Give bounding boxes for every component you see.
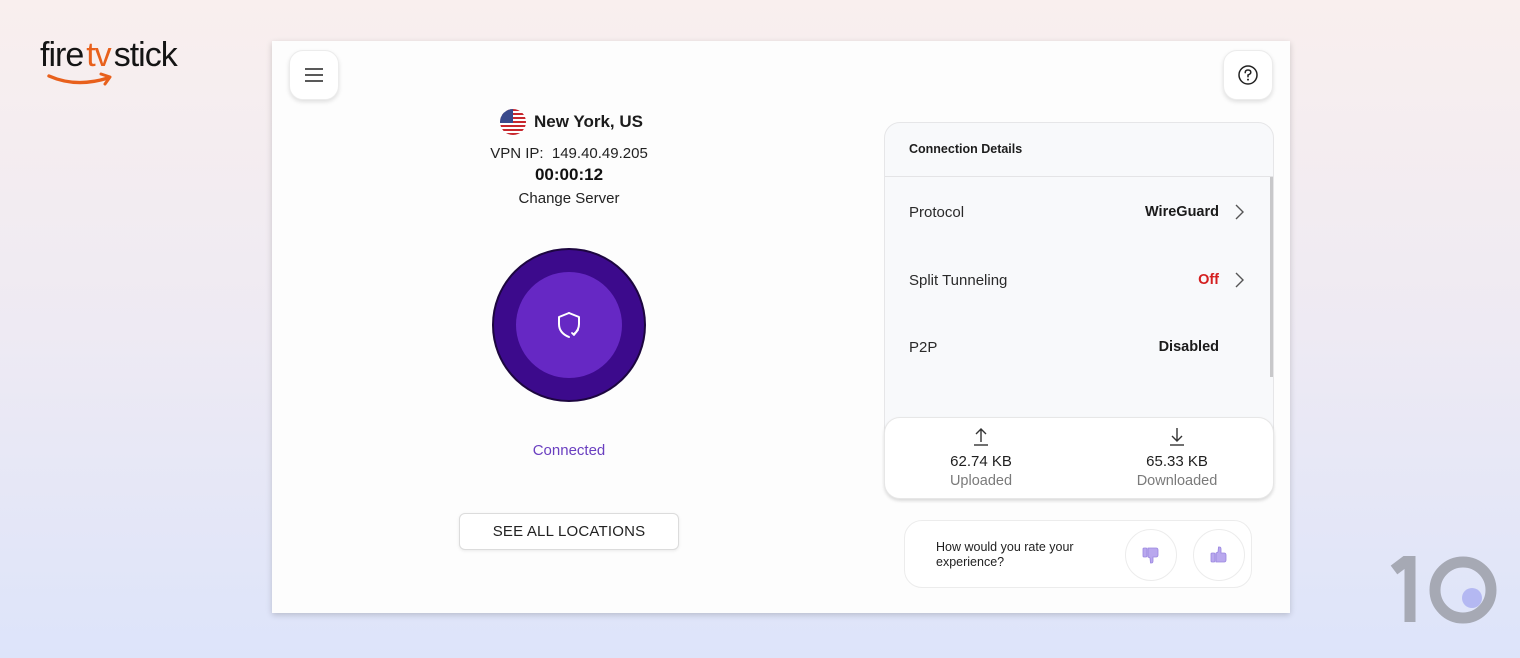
detail-row-protocol[interactable]: Protocol WireGuard: [909, 200, 1247, 224]
downloaded-value: 65.33 KB: [1146, 453, 1208, 470]
chevron-right-icon: [1231, 272, 1247, 288]
row-label: Split Tunneling: [909, 271, 1008, 289]
location-name: New York, US: [534, 112, 643, 131]
detail-row-p2p: P2P Disabled: [909, 335, 1247, 359]
page-background: firetvstick New York, US VPN IP: 149.40.…: [0, 0, 1520, 658]
watermark-10-logo: [1390, 556, 1497, 624]
thumbs-down-icon: [1142, 547, 1159, 564]
connect-toggle-button[interactable]: [492, 248, 646, 402]
see-all-locations-button[interactable]: SEE ALL LOCATIONS: [459, 513, 679, 550]
uploaded-stat: 62.74 KB Uploaded: [901, 426, 1061, 489]
divider: [885, 176, 1273, 177]
detail-row-split-tunneling[interactable]: Split Tunneling Off: [909, 268, 1247, 292]
thumbs-up-button[interactable]: [1193, 529, 1245, 581]
logo-fire: fire: [40, 36, 84, 74]
details-scrollbar[interactable]: [1270, 177, 1273, 377]
uploaded-label: Uploaded: [949, 473, 1013, 489]
downloaded-label: Downloaded: [1136, 473, 1218, 489]
chevron-right-icon: [1231, 204, 1247, 220]
connection-status: Connected: [532, 442, 606, 459]
firetv-stick-logo: firetvstick: [40, 36, 178, 74]
menu-button[interactable]: [289, 50, 339, 100]
upload-arrow-icon: [974, 428, 988, 446]
connection-timer: 00:00:12: [534, 165, 604, 184]
shield-check-icon: [558, 312, 580, 338]
row-label: Protocol: [909, 203, 965, 221]
rating-card: How would you rate your experience?: [904, 520, 1252, 588]
thumbs-down-button[interactable]: [1125, 529, 1177, 581]
help-circle-icon: [1238, 65, 1258, 85]
server-location: New York, US: [500, 109, 643, 135]
connection-details-title: Connection Details: [909, 142, 1023, 156]
connect-button-inner: [516, 272, 622, 378]
change-server-link[interactable]: Change Server: [272, 190, 866, 207]
downloaded-stat: 65.33 KB Downloaded: [1097, 426, 1257, 489]
row-value: Disabled: [1158, 339, 1219, 355]
row-value: WireGuard: [1145, 204, 1219, 220]
us-flag-icon: [500, 109, 526, 135]
thumbs-up-icon: [1210, 546, 1227, 563]
amazon-smile-arrow-icon: [47, 72, 112, 86]
vpn-app-screen: New York, US VPN IP: 149.40.49.205 00:00…: [272, 41, 1290, 613]
logo-tv: tv: [86, 36, 111, 74]
uploaded-value: 62.74 KB: [950, 453, 1012, 470]
hamburger-menu-icon: [305, 68, 323, 82]
row-value: Off: [1198, 272, 1219, 288]
logo-stick: stick: [113, 36, 178, 74]
row-label: P2P: [909, 338, 938, 356]
traffic-stats-card: 62.74 KB Uploaded 65.33 KB Downloaded: [884, 417, 1274, 499]
rating-prompt: How would you rate your experience?: [936, 540, 1074, 569]
help-button[interactable]: [1223, 50, 1273, 100]
vpn-ip: VPN IP: 149.40.49.205: [490, 145, 648, 162]
download-arrow-icon: [1170, 428, 1184, 446]
